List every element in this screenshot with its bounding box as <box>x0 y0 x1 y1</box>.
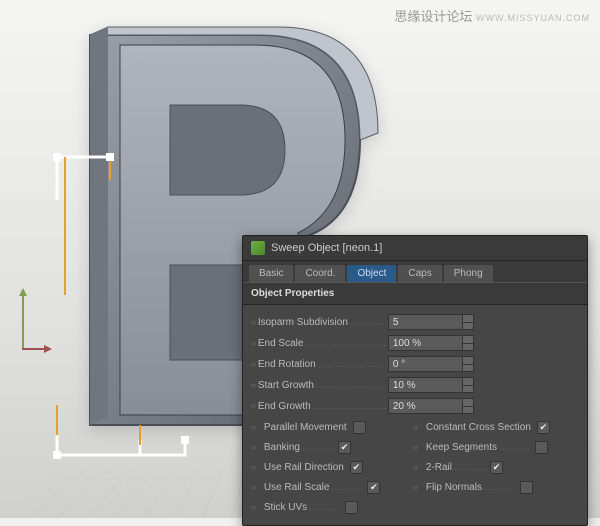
panel-title: Sweep Object [neon.1] <box>271 242 382 254</box>
watermark: 思缘设计论坛 WWW.MISSYUAN.COM <box>394 6 590 25</box>
label-tworail: 2-Rail <box>426 462 484 473</box>
checkbox-banking[interactable] <box>338 441 351 454</box>
spinner-endscale[interactable] <box>462 335 474 351</box>
row-isoparm: ○ Isoparm Subdivision 5 <box>251 312 579 332</box>
section-label: Object Properties <box>243 282 587 305</box>
checkbox-railscale[interactable] <box>367 481 380 494</box>
tab-coord[interactable]: Coord. <box>295 265 345 282</box>
spinner-endrot[interactable] <box>462 356 474 372</box>
checkbox-flipnorm[interactable] <box>520 481 533 494</box>
row-endrot: ○ End Rotation 0 ° <box>251 354 579 374</box>
input-startgrow[interactable]: 10 % <box>388 377 462 393</box>
properties-panel: Sweep Object [neon.1] Basic Coord. Objec… <box>242 235 588 526</box>
label-endscale: End Scale <box>258 338 388 349</box>
tab-object[interactable]: Object <box>347 265 396 282</box>
row-banking-keepseg: ○ Banking ○ Keep Segments <box>251 437 579 457</box>
checkbox-constant[interactable] <box>537 421 550 434</box>
label-endgrow: End Growth <box>258 401 388 412</box>
panel-title-bar: Sweep Object [neon.1] <box>243 236 587 261</box>
tab-basic[interactable]: Basic <box>249 265 293 282</box>
label-endrot: End Rotation <box>258 359 388 370</box>
watermark-text: 思缘设计论坛 <box>394 9 472 24</box>
input-endrot[interactable]: 0 ° <box>388 356 462 372</box>
axis-x <box>22 348 50 350</box>
checkbox-stickuv[interactable] <box>345 501 358 514</box>
tabs: Basic Coord. Object Caps Phong <box>243 261 587 282</box>
row-stickuv: ○ Stick UVs <box>251 497 579 517</box>
label-raildir: Use Rail Direction <box>264 462 344 473</box>
label-constant: Constant Cross Section <box>426 422 531 433</box>
input-endscale[interactable]: 100 % <box>388 335 462 351</box>
axis-gizmo <box>12 290 42 390</box>
input-endgrow[interactable]: 20 % <box>388 398 462 414</box>
tab-caps[interactable]: Caps <box>398 265 441 282</box>
label-isoparm: Isoparm Subdivision <box>258 317 388 328</box>
row-parallel-constant: ○ Parallel Movement ○ Constant Cross Sec… <box>251 417 579 437</box>
spinner-startgrow[interactable] <box>462 377 474 393</box>
label-stickuv: Stick UVs <box>264 502 339 513</box>
label-parallel: Parallel Movement <box>264 422 347 433</box>
label-startgrow: Start Growth <box>258 380 388 391</box>
row-railscale-flipnorm: ○ Use Rail Scale ○ Flip Normals <box>251 477 579 497</box>
checkbox-parallel[interactable] <box>353 421 366 434</box>
sweep-icon <box>251 241 265 255</box>
row-endscale: ○ End Scale 100 % <box>251 333 579 353</box>
checkbox-raildir[interactable] <box>350 461 363 474</box>
properties-list: ○ Isoparm Subdivision 5 ○ End Scale 100 … <box>243 305 587 525</box>
label-flipnorm: Flip Normals <box>426 482 514 493</box>
label-banking: Banking <box>264 442 332 453</box>
tab-phong[interactable]: Phong <box>444 265 493 282</box>
checkbox-tworail[interactable] <box>490 461 503 474</box>
label-railscale: Use Rail Scale <box>264 482 362 493</box>
row-raildir-tworail: ○ Use Rail Direction ○ 2-Rail <box>251 457 579 477</box>
row-endgrow: ○ End Growth 20 % <box>251 396 579 416</box>
axis-y <box>22 290 24 350</box>
label-keepseg: Keep Segments <box>426 442 529 453</box>
row-startgrow: ○ Start Growth 10 % <box>251 375 579 395</box>
spinner-endgrow[interactable] <box>462 398 474 414</box>
spinner-isoparm[interactable] <box>462 314 474 330</box>
watermark-sub: WWW.MISSYUAN.COM <box>476 13 590 23</box>
checkbox-keepseg[interactable] <box>535 441 548 454</box>
input-isoparm[interactable]: 5 <box>388 314 462 330</box>
